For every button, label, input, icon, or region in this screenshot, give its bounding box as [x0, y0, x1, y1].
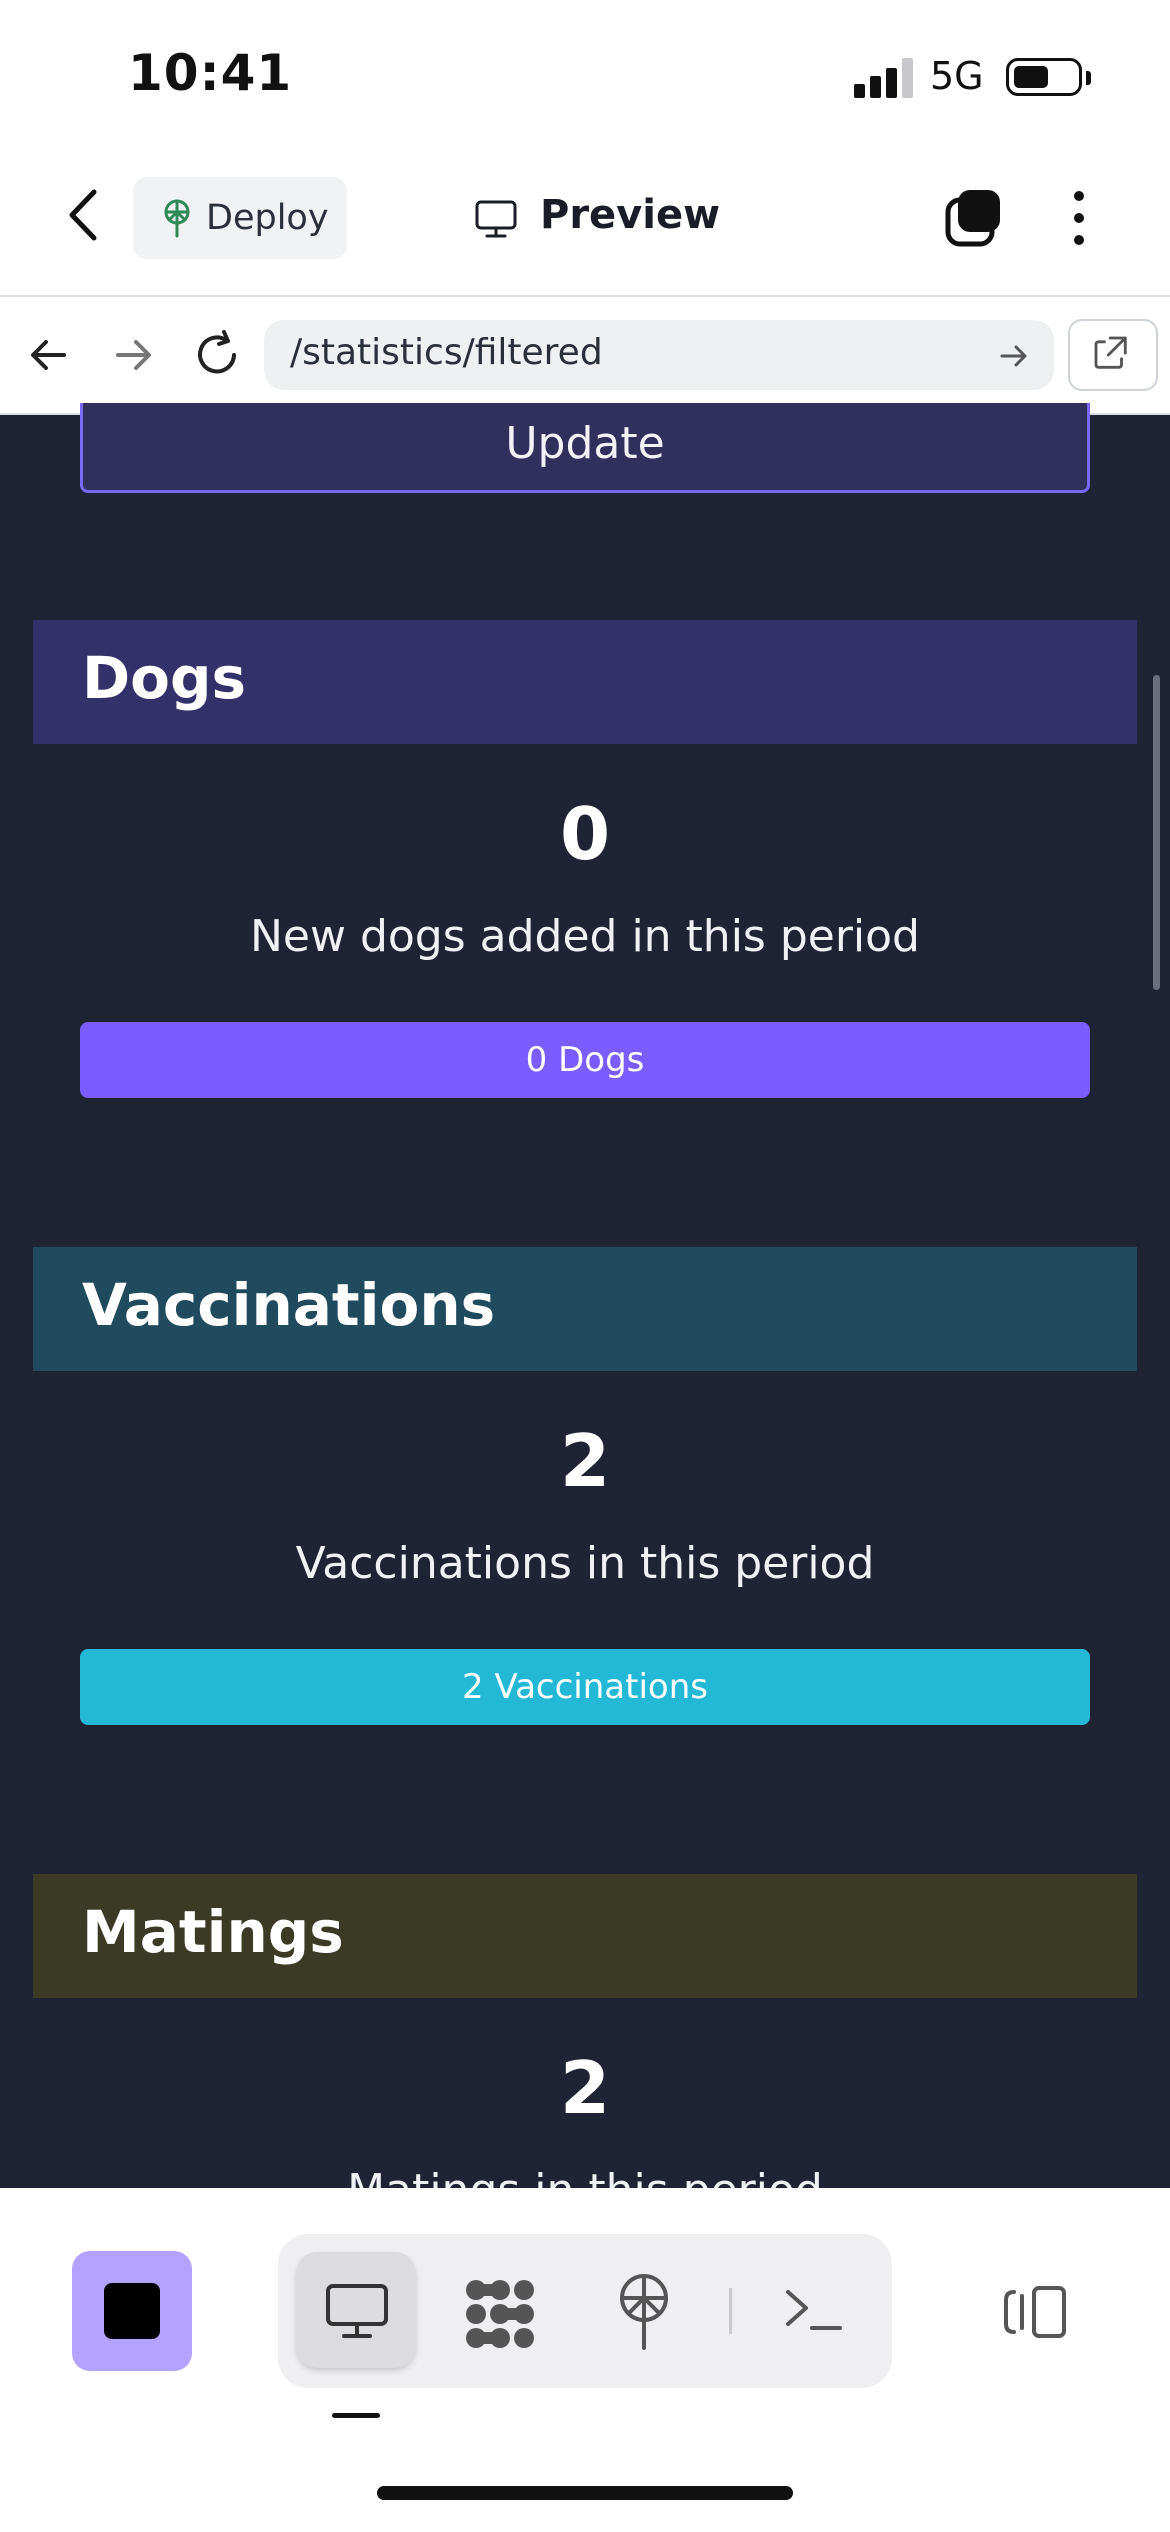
more-vertical-icon[interactable] — [1064, 188, 1094, 248]
arrow-go-icon[interactable] — [998, 340, 1030, 372]
battery-icon — [1006, 58, 1082, 96]
dogs-section-header: Dogs — [33, 620, 1137, 744]
back-chevron-icon[interactable] — [56, 180, 116, 250]
reload-icon[interactable] — [190, 328, 244, 382]
matings-count: 2 — [559, 2046, 611, 2130]
vaccinations-description: Vaccinations in this period — [295, 1538, 875, 1589]
deploy-icon[interactable] — [614, 2272, 674, 2352]
network-label: 5G — [930, 54, 984, 98]
vaccinations-section-title: Vaccinations — [82, 1271, 496, 1339]
monitor-icon — [326, 2284, 388, 2338]
arrow-right-icon[interactable] — [108, 330, 158, 380]
tabs-icon[interactable] — [944, 186, 1004, 248]
status-time: 10:41 — [128, 44, 293, 102]
url-text: /statistics/filtered — [290, 332, 603, 373]
deploy-label: Deploy — [206, 198, 329, 238]
stop-icon — [104, 2283, 160, 2339]
dogs-description: New dogs added in this period — [250, 911, 920, 962]
terminal-icon[interactable] — [782, 2284, 844, 2334]
dogs-section-title: Dogs — [82, 644, 247, 712]
open-external-button[interactable] — [1068, 319, 1158, 391]
dogs-count: 0 — [559, 792, 611, 876]
external-link-icon — [1094, 336, 1127, 369]
monitor-icon — [475, 200, 517, 238]
matings-section-header: Matings — [33, 1874, 1137, 1998]
toolbar-divider — [729, 2288, 732, 2334]
scrollbar[interactable] — [1153, 675, 1160, 990]
arrow-left-icon[interactable] — [24, 330, 74, 380]
battery-cap — [1086, 71, 1091, 85]
layout-toggle-icon[interactable] — [1000, 2282, 1070, 2342]
vaccinations-count: 2 — [559, 1419, 611, 1503]
deploy-icon — [164, 199, 190, 238]
vaccinations-bar-label: 2 Vaccinations — [462, 1667, 708, 1707]
cluster-icon[interactable] — [462, 2276, 538, 2352]
signal-icon — [854, 58, 916, 98]
update-button-label: Update — [505, 418, 665, 469]
active-tool-indicator — [332, 2413, 380, 2418]
matings-section-title: Matings — [82, 1898, 344, 1966]
dogs-bar-label: 0 Dogs — [525, 1040, 645, 1080]
preview-title: Preview — [540, 192, 721, 238]
home-indicator[interactable] — [377, 2486, 793, 2500]
vaccinations-section-header: Vaccinations — [33, 1247, 1137, 1371]
